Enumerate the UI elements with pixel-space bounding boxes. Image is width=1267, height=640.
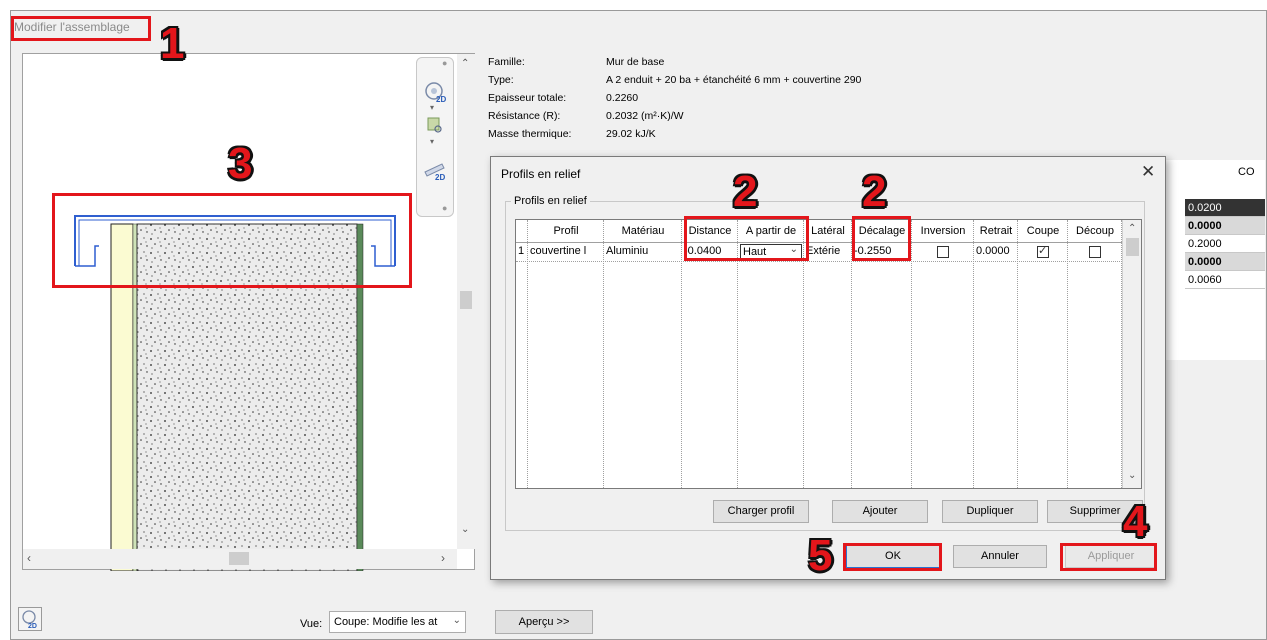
epaisseur-label: Epaisseur totale: xyxy=(488,92,567,104)
layer-thickness-cell[interactable]: 0.0000 xyxy=(1185,217,1265,235)
scroll-thumb[interactable] xyxy=(460,291,472,309)
cell-profil[interactable]: couvertine l xyxy=(528,243,606,260)
view-label: Vue: xyxy=(300,618,323,630)
column-header-inversion[interactable]: Inversion xyxy=(912,220,974,242)
chevron-down-icon[interactable]: ⌄ xyxy=(1128,470,1136,481)
wall-section-drawing xyxy=(74,215,396,571)
close-icon[interactable]: ● xyxy=(442,58,447,68)
famille-label: Famille: xyxy=(488,56,525,68)
grid-vertical-scrollbar[interactable]: ⌃ ⌄ xyxy=(1122,220,1141,488)
type-label: Type: xyxy=(488,74,514,86)
close-icon[interactable]: ● xyxy=(442,203,447,213)
annotation-box-distance xyxy=(684,216,809,261)
chevron-left-icon[interactable]: ‹ xyxy=(27,551,31,565)
column-header-coupe[interactable]: Coupe xyxy=(1018,220,1068,242)
callout-number: 4 xyxy=(1123,497,1148,546)
view-select[interactable]: Coupe: Modifie les at ⌄ xyxy=(329,611,466,633)
layer-thickness-cell[interactable]: 0.2000 xyxy=(1185,235,1265,253)
svg-text:2D: 2D xyxy=(436,95,446,104)
callout-number: 2 xyxy=(862,167,887,216)
profils-dialog: Profils en relief ✕ Profils en relief Pr… xyxy=(490,156,1166,580)
coupe-checkbox[interactable]: ✓ xyxy=(1037,245,1049,258)
ajouter-button[interactable]: Ajouter xyxy=(832,500,928,523)
apercu-button[interactable]: Aperçu >> xyxy=(495,610,593,634)
chevron-down-icon: ⌄ xyxy=(452,615,461,626)
scroll-thumb[interactable] xyxy=(1126,238,1139,256)
layers-header-cell: CO xyxy=(1238,166,1255,178)
dialog-title: Profils en relief xyxy=(501,167,581,181)
group-label: Profils en relief xyxy=(511,195,590,207)
column-header-retrait[interactable]: Retrait xyxy=(974,220,1018,242)
annotation-box-ok xyxy=(843,543,942,571)
dupliquer-button[interactable]: Dupliquer xyxy=(942,500,1038,523)
profils-grid: Profil Matériau Distance A partir de Lat… xyxy=(515,219,1142,489)
cell-lateral[interactable]: Extérie xyxy=(804,243,854,260)
chevron-up-icon[interactable]: ⌃ xyxy=(1128,223,1136,234)
masse-label: Masse thermique: xyxy=(488,128,572,140)
chevron-down-icon[interactable]: ▾ xyxy=(430,137,434,146)
annotation-box-coping xyxy=(52,193,412,288)
2d-wheel-icon[interactable]: 2D xyxy=(422,158,448,182)
callout-number: 2 xyxy=(733,167,758,216)
column-header-materiau[interactable]: Matériau xyxy=(604,220,682,242)
grid-row-divider xyxy=(516,261,1122,262)
layer-thickness-cell[interactable]: 0.0200 xyxy=(1185,199,1265,217)
preview-horizontal-scrollbar[interactable]: ‹ › xyxy=(23,549,457,569)
annotation-box-decalage xyxy=(852,216,911,261)
scroll-thumb-horizontal[interactable] xyxy=(229,552,249,565)
inversion-checkbox[interactable] xyxy=(937,246,949,258)
layer-thickness-cell[interactable]: 0.0060 xyxy=(1185,271,1265,289)
chevron-up-icon[interactable]: ⌃ xyxy=(461,58,469,69)
charger-profil-button[interactable]: Charger profil xyxy=(713,500,809,523)
check-icon: ✓ xyxy=(1038,245,1048,257)
annotation-box-appliquer xyxy=(1060,543,1157,571)
zoom-icon[interactable] xyxy=(422,114,448,138)
preview-vertical-scrollbar[interactable]: ⌃ ⌄ xyxy=(457,54,475,549)
chevron-down-icon[interactable]: ⌄ xyxy=(461,524,469,535)
masse-value: 29.02 kJ/K xyxy=(606,128,656,140)
resistance-label: Résistance (R): xyxy=(488,110,561,122)
resistance-value: 0.2032 (m²·K)/W xyxy=(606,110,684,122)
close-icon[interactable]: ✕ xyxy=(1141,162,1155,182)
svg-text:2D: 2D xyxy=(435,173,445,182)
cell-materiau[interactable]: Aluminiu xyxy=(604,243,684,260)
layer-thickness-cell[interactable]: 0.0000 xyxy=(1185,253,1265,271)
annotation-box-title xyxy=(11,16,151,41)
column-header-lateral[interactable]: Latéral xyxy=(804,220,852,242)
2d-view-icon[interactable]: 2D xyxy=(422,80,448,104)
cell-retrait[interactable]: 0.0000 xyxy=(974,243,1020,260)
callout-number: 1 xyxy=(160,19,185,68)
svg-text:2D: 2D xyxy=(28,623,37,630)
column-header-profil[interactable]: Profil xyxy=(528,220,604,242)
column-header-decoup[interactable]: Découp xyxy=(1068,220,1122,242)
callout-number: 5 xyxy=(808,531,833,580)
type-value: A 2 enduit + 20 ba + étanchéité 6 mm + c… xyxy=(606,74,862,86)
annuler-button[interactable]: Annuler xyxy=(953,545,1047,568)
chevron-down-icon[interactable]: ▾ xyxy=(430,103,434,112)
epaisseur-value: 0.2260 xyxy=(606,92,639,104)
view-select-value: Coupe: Modifie les at xyxy=(334,616,438,628)
2d-view-icon[interactable]: 2D xyxy=(18,607,42,631)
preview-pane: ⌃ ⌄ ‹ › xyxy=(22,53,475,571)
famille-value: Mur de base xyxy=(606,56,665,68)
chevron-right-icon[interactable]: › xyxy=(441,551,445,565)
decoup-checkbox[interactable] xyxy=(1089,246,1101,258)
callout-number: 3 xyxy=(228,139,253,188)
